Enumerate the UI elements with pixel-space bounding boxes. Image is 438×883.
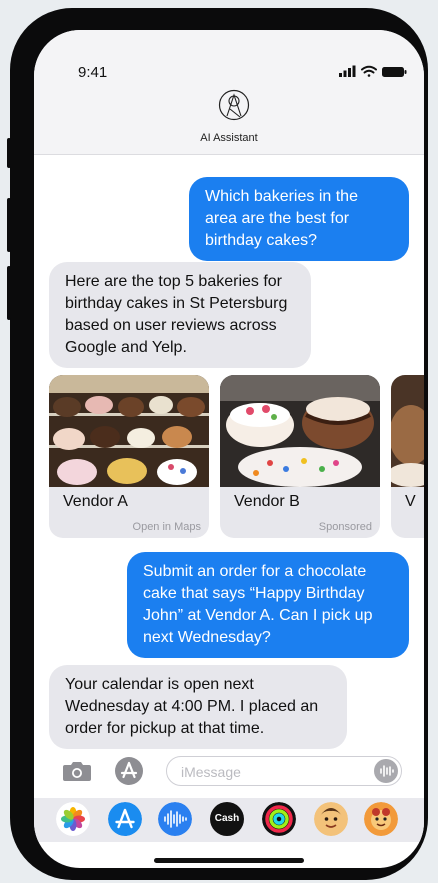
vendor-name: V [405, 493, 416, 510]
mute-switch [7, 138, 11, 168]
message-placeholder: iMessage [181, 764, 241, 780]
phone-frame: 9:41 AI Assistant Which bakeries in the … [7, 8, 428, 880]
home-indicator[interactable] [154, 858, 304, 863]
app-store-icon[interactable] [114, 756, 144, 786]
incoming-message: Here are the top 5 bakeries for birthday… [49, 262, 311, 368]
audio-messages-icon[interactable] [158, 802, 192, 836]
camera-icon[interactable] [62, 760, 92, 782]
status-time: 9:41 [78, 64, 108, 81]
incoming-message: Your calendar is open next Wednesday at … [49, 665, 347, 749]
status-icons [339, 65, 407, 77]
vendor-c-photo [391, 375, 424, 487]
wifi-icon [361, 65, 377, 77]
audio-input-icon[interactable] [374, 759, 398, 783]
contact-name[interactable]: AI Assistant [34, 132, 424, 144]
vendor-card[interactable]: V [391, 375, 424, 538]
fitness-rings-icon[interactable] [262, 802, 296, 836]
vendor-card[interactable]: Vendor A Open in Maps [49, 375, 209, 538]
signal-icon [339, 65, 356, 77]
apple-cash-icon[interactable]: Cash [210, 802, 244, 836]
vendor-subtitle: Sponsored [318, 521, 372, 533]
app-store-icon[interactable] [108, 802, 142, 836]
memoji-icon[interactable] [314, 802, 348, 836]
battery-icon [382, 67, 407, 77]
vendor-card[interactable]: Vendor B Sponsored [220, 375, 380, 538]
volume-up-button [7, 198, 11, 252]
message-composer: iMessage [34, 750, 424, 790]
vendor-carousel[interactable]: Vendor A Open in Maps Vendor B Sponsored… [34, 375, 424, 540]
outgoing-message: Which bakeries in the area are the best … [189, 177, 409, 261]
vendor-a-photo [49, 375, 209, 487]
vendor-name: Vendor A [63, 493, 128, 510]
vendor-subtitle[interactable]: Open in Maps [133, 521, 201, 533]
conversation-header: 9:41 AI Assistant [34, 30, 424, 155]
sticker-icon[interactable] [364, 802, 398, 836]
screen: 9:41 AI Assistant Which bakeries in the … [34, 30, 424, 868]
assistant-logo-icon[interactable] [218, 89, 250, 121]
message-input[interactable]: iMessage [166, 756, 402, 786]
photos-icon[interactable] [56, 802, 90, 836]
volume-down-button [7, 266, 11, 320]
app-tray: Cash [34, 798, 424, 842]
apple-cash-label: Cash [214, 813, 240, 824]
outgoing-message: Submit an order for a chocolate cake tha… [127, 552, 409, 658]
vendor-b-photo [220, 375, 380, 487]
vendor-name: Vendor B [234, 493, 300, 510]
